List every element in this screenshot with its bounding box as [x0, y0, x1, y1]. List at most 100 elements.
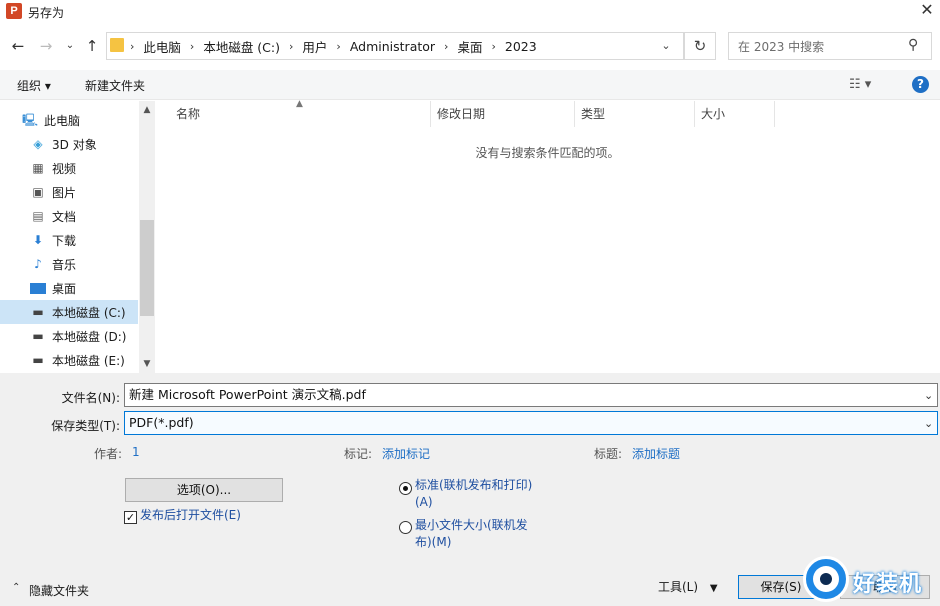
title-bar — [0, 0, 940, 24]
column-header-modified[interactable]: 修改日期 — [431, 101, 575, 127]
nav-item-3d-objects[interactable]: ◈ 3D 对象 — [0, 132, 138, 156]
breadcrumb: › 此电脑 › 本地磁盘 (C:) › 用户 › Administrator ›… — [130, 32, 537, 60]
nav-item-label: 本地磁盘 (C:) — [52, 305, 126, 320]
download-icon: ⬇ — [32, 233, 44, 247]
options-button[interactable]: 选项(O)... — [125, 478, 283, 502]
nav-item-label: 文档 — [52, 209, 77, 224]
tags-value[interactable]: 添加标记 — [382, 445, 430, 462]
organize-menu-button[interactable]: 组织 ▾ — [17, 77, 51, 94]
breadcrumb-item[interactable]: 2023 — [505, 39, 537, 54]
window-title: 另存为 — [28, 6, 65, 20]
nav-item-this-pc[interactable]: 🖳 此电脑 — [0, 108, 138, 132]
view-options-icon[interactable]: ☷ ▾ — [849, 77, 871, 92]
nav-item-label: 本地磁盘 (E:) — [52, 353, 125, 368]
powerpoint-app-icon: P — [6, 3, 22, 19]
nav-item-label: 视频 — [52, 161, 77, 176]
nav-item-label: 音乐 — [52, 257, 77, 272]
optimize-standard-line2: (A) — [415, 495, 433, 509]
filename-dropdown-chevron-icon[interactable]: ⌄ — [924, 389, 933, 402]
document-icon: ▤ — [32, 209, 44, 223]
title-value[interactable]: 添加标题 — [632, 445, 680, 462]
recent-locations-chevron-icon[interactable]: ⌄ — [62, 36, 78, 56]
optimize-standard-label[interactable]: 标准(联机发布和打印) (A) — [415, 477, 532, 511]
breadcrumb-separator-icon: › — [491, 39, 496, 53]
video-icon: ▦ — [32, 161, 44, 175]
author-label: 作者: — [93, 447, 122, 461]
nav-item-videos[interactable]: ▦ 视频 — [0, 156, 138, 180]
music-icon: ♪ — [34, 257, 42, 271]
folder-icon — [110, 38, 124, 52]
refresh-button[interactable]: ↻ — [684, 32, 716, 60]
nav-item-label: 此电脑 — [44, 113, 81, 128]
scroll-down-arrow-icon[interactable]: ▼ — [139, 356, 155, 372]
drive-icon: ▬ — [32, 305, 44, 319]
optimize-standard-radio[interactable] — [399, 482, 412, 495]
breadcrumb-item[interactable]: 此电脑 — [143, 37, 181, 56]
back-arrow-icon[interactable]: ← — [8, 36, 28, 56]
nav-item-label: 下载 — [52, 233, 77, 248]
nav-item-label: 本地磁盘 (D:) — [52, 329, 127, 344]
watermark-pupil-icon — [820, 573, 832, 585]
3d-objects-icon: ◈ — [33, 137, 43, 151]
drive-icon: ▬ — [32, 329, 44, 343]
nav-item-drive-c[interactable]: ▬ 本地磁盘 (C:) — [0, 300, 138, 324]
nav-item-drive-d[interactable]: ▬ 本地磁盘 (D:) — [0, 324, 138, 348]
optimize-minimum-line2: 布)(M) — [415, 535, 452, 549]
breadcrumb-separator-icon: › — [130, 39, 135, 53]
breadcrumb-separator-icon: › — [289, 39, 294, 53]
drive-icon: ▬ — [32, 353, 44, 367]
breadcrumb-separator-icon: › — [444, 39, 449, 53]
filetype-select[interactable]: PDF(*.pdf) — [124, 411, 938, 435]
chevron-up-icon[interactable]: ⌃ — [12, 582, 20, 593]
optimize-minimum-radio[interactable] — [399, 521, 412, 534]
author-value[interactable]: 1 — [132, 445, 140, 459]
filetype-dropdown-chevron-icon[interactable]: ⌄ — [924, 417, 933, 430]
filename-field[interactable]: 新建 Microsoft PowerPoint 演示文稿.pdf — [124, 383, 938, 407]
help-icon[interactable]: ? — [912, 76, 929, 93]
breadcrumb-item[interactable]: 本地磁盘 (C:) — [203, 37, 280, 56]
column-header-name[interactable]: 名称 — [170, 101, 431, 127]
tags-label: 标记: — [343, 447, 372, 461]
nav-item-music[interactable]: ♪ 音乐 — [0, 252, 138, 276]
nav-scrollbar-thumb[interactable] — [140, 220, 154, 316]
open-after-publish-label[interactable]: 发布后打开文件(E) — [140, 507, 241, 524]
breadcrumb-item[interactable]: 用户 — [302, 37, 327, 56]
breadcrumb-item[interactable]: Administrator — [350, 39, 435, 54]
filename-label: 文件名(N): — [61, 391, 120, 405]
filetype-label: 保存类型(T): — [51, 419, 120, 433]
tools-label: 工具(L) — [658, 580, 699, 594]
nav-item-documents[interactable]: ▤ 文档 — [0, 204, 138, 228]
hide-folders-button[interactable]: 隐藏文件夹 — [29, 582, 89, 599]
tools-menu-button[interactable]: 工具(L) ▼ — [658, 578, 718, 595]
close-icon[interactable]: ✕ — [915, 0, 939, 22]
title-label: 标题: — [593, 447, 622, 461]
address-dropdown-chevron-icon[interactable]: ⌄ — [656, 36, 676, 56]
watermark-text: 好装机 — [853, 572, 923, 597]
file-list — [155, 101, 940, 373]
new-folder-button[interactable]: 新建文件夹 — [85, 77, 145, 94]
nav-item-label: 桌面 — [52, 281, 77, 296]
optimize-minimum-label[interactable]: 最小文件大小(联机发 布)(M) — [415, 517, 528, 551]
column-header-size[interactable]: 大小 — [695, 101, 775, 127]
nav-item-label: 图片 — [52, 185, 77, 200]
nav-item-label: 3D 对象 — [52, 137, 97, 152]
open-after-publish-checkbox[interactable]: ✓ — [124, 511, 137, 524]
nav-item-drive-e[interactable]: ▬ 本地磁盘 (E:) — [0, 348, 138, 372]
column-header-type[interactable]: 类型 — [575, 101, 695, 127]
empty-results-message: 没有与搜索条件匹配的项。 — [475, 146, 620, 160]
computer-icon: 🖳 — [22, 113, 39, 127]
breadcrumb-separator-icon: › — [336, 39, 341, 53]
picture-icon: ▣ — [32, 185, 44, 199]
nav-item-desktop[interactable]: 桌面 — [0, 276, 138, 300]
forward-arrow-icon[interactable]: → — [36, 36, 56, 56]
breadcrumb-separator-icon: › — [189, 39, 195, 53]
nav-item-downloads[interactable]: ⬇ 下载 — [0, 228, 138, 252]
search-placeholder: 在 2023 中搜索 — [738, 40, 825, 54]
scroll-up-arrow-icon[interactable]: ▲ — [139, 102, 155, 118]
nav-item-pictures[interactable]: ▣ 图片 — [0, 180, 138, 204]
optimize-minimum-line1: 最小文件大小(联机发 — [415, 518, 528, 532]
chevron-down-icon: ▼ — [709, 583, 718, 594]
breadcrumb-item[interactable]: 桌面 — [457, 37, 482, 56]
up-arrow-icon[interactable]: ↑ — [82, 36, 102, 56]
optimize-standard-line1: 标准(联机发布和打印) — [415, 478, 533, 492]
